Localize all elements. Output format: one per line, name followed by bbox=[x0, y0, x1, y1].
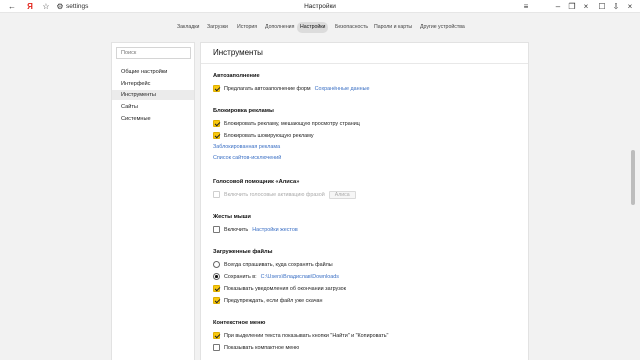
download-path-link[interactable]: C:\Users\Владислав\Downloads bbox=[261, 274, 339, 280]
back-icon[interactable]: ← bbox=[6, 0, 18, 13]
page-title: Инструменты bbox=[213, 48, 263, 57]
adblock-shocking-label: Блокировать шокирующую рекламу bbox=[224, 132, 314, 139]
section-downloads-heading: Загруженные файлы bbox=[213, 249, 273, 255]
tab-passwords[interactable]: Пароли и карты bbox=[371, 22, 415, 33]
already-downloaded-label: Предупреждать, если файл уже скачан bbox=[224, 297, 323, 304]
settings-gear-icon: ⚙ bbox=[56, 2, 64, 11]
yandex-logo-icon[interactable]: Я bbox=[24, 0, 36, 13]
find-copy-buttons-label: При выделении текста показывать кнопки "… bbox=[224, 332, 389, 339]
gestures-label: Включить bbox=[224, 226, 249, 233]
sidebar-item-interface[interactable]: Интерфейс bbox=[112, 79, 194, 89]
tab-security[interactable]: Безопасность bbox=[332, 22, 371, 33]
gestures-row: Включить Настройки жестов bbox=[213, 225, 298, 234]
tab-history[interactable]: История bbox=[234, 22, 260, 33]
voice-activation-checkbox[interactable] bbox=[213, 191, 220, 198]
tab-downloads[interactable]: Загрузки bbox=[204, 22, 231, 33]
blocked-ads-link[interactable]: Заблокированная реклама bbox=[213, 144, 280, 150]
always-ask-radio[interactable] bbox=[213, 261, 220, 268]
downloads-save-row: Сохранить в: C:\Users\Владислав\Download… bbox=[213, 272, 339, 281]
gestures-settings-link[interactable]: Настройки жестов bbox=[252, 227, 298, 233]
sidebar-item-general[interactable]: Общие настройки bbox=[112, 67, 194, 77]
section-gestures-heading: Жесты мыши bbox=[213, 214, 251, 220]
restore-icon[interactable]: ❐ bbox=[566, 0, 578, 13]
adblock-row-2: Блокировать шокирующую рекламу bbox=[213, 131, 314, 140]
search-input[interactable] bbox=[116, 47, 191, 59]
downloads-icon[interactable]: ⇩ bbox=[610, 0, 622, 13]
scrollbar-thumb[interactable] bbox=[631, 150, 635, 205]
window-close-icon[interactable]: × bbox=[624, 0, 636, 13]
autofill-label: Предлагать автозаполнение форм bbox=[224, 85, 311, 92]
save-to-label: Сохранить в: bbox=[224, 273, 257, 280]
gestures-checkbox[interactable] bbox=[213, 226, 220, 233]
settings-tabs: Закладки Загрузки История Дополнения Нас… bbox=[0, 20, 640, 34]
find-copy-buttons-checkbox[interactable] bbox=[213, 332, 220, 339]
window-title: Настройки bbox=[304, 3, 336, 10]
voice-activation-label: Включить голосовые активацию фразой bbox=[224, 191, 325, 198]
adblock-intrusive-label: Блокировать рекламу, мешающую просмотру … bbox=[224, 120, 360, 127]
always-ask-label: Всегда спрашивать, куда сохранять файлы bbox=[224, 261, 333, 268]
tab-extensions[interactable]: Дополнения bbox=[262, 22, 297, 33]
minimize-icon[interactable]: – bbox=[552, 0, 564, 13]
tab-other-devices[interactable]: Другие устройства bbox=[417, 22, 468, 33]
close-icon[interactable]: × bbox=[580, 0, 592, 13]
adblock-shocking-checkbox[interactable] bbox=[213, 132, 220, 139]
downloads-warn-row: Предупреждать, если файл уже скачан bbox=[213, 296, 322, 305]
address-bar-text[interactable]: settings bbox=[66, 0, 88, 13]
downloads-notify-row: Показывать уведомления об окончании загр… bbox=[213, 284, 346, 293]
autofill-row: Предлагать автозаполнение форм Сохранённ… bbox=[213, 84, 369, 93]
tab-settings[interactable]: Настройки bbox=[297, 22, 329, 33]
compact-menu-checkbox[interactable] bbox=[213, 344, 220, 351]
download-notifications-checkbox[interactable] bbox=[213, 285, 220, 292]
menu-icon[interactable]: ≡ bbox=[520, 0, 532, 13]
sidebar-item-system[interactable]: Системные bbox=[112, 114, 194, 124]
section-voice-heading: Голосовой помощник «Алиса» bbox=[213, 179, 300, 185]
section-autofill-heading: Автозаполнение bbox=[213, 73, 260, 79]
sidebar-item-tools[interactable]: Инструменты bbox=[112, 90, 194, 100]
settings-sidebar: Общие настройки Интерфейс Инструменты Са… bbox=[111, 42, 195, 360]
voice-row: Включить голосовые активацию фразой Алис… bbox=[213, 190, 356, 199]
compact-menu-label: Показывать компактное меню bbox=[224, 344, 300, 351]
context-row-1: При выделении текста показывать кнопки "… bbox=[213, 331, 388, 340]
download-notifications-label: Показывать уведомления об окончании загр… bbox=[224, 285, 346, 292]
downloads-ask-row: Всегда спрашивать, куда сохранять файлы bbox=[213, 260, 333, 269]
saved-data-link[interactable]: Сохранённые данные bbox=[315, 86, 370, 92]
exceptions-list-link[interactable]: Список сайтов-исключений bbox=[213, 155, 281, 161]
context-row-2: Показывать компактное меню bbox=[213, 343, 299, 352]
browser-top-bar: ← Я ☆ ⚙ settings Настройки ≡ – ❐ × ☐ ⇩ × bbox=[0, 0, 640, 13]
adblock-intrusive-checkbox[interactable] bbox=[213, 120, 220, 127]
star-icon[interactable]: ☆ bbox=[40, 0, 52, 13]
settings-content: Инструменты Автозаполнение Предлагать ав… bbox=[200, 42, 529, 360]
tab-bookmarks[interactable]: Закладки bbox=[174, 22, 202, 33]
voice-phrase-select[interactable]: Алиса bbox=[328, 190, 356, 199]
adblock-row-1: Блокировать рекламу, мешающую просмотру … bbox=[213, 119, 360, 128]
save-to-radio[interactable] bbox=[213, 273, 220, 280]
already-downloaded-checkbox[interactable] bbox=[213, 297, 220, 304]
section-context-heading: Контекстное меню bbox=[213, 320, 266, 326]
sidebar-item-sites[interactable]: Сайты bbox=[112, 102, 194, 112]
bookmarks-icon[interactable]: ☐ bbox=[596, 0, 608, 13]
section-adblock-heading: Блокировка рекламы bbox=[213, 108, 274, 114]
autofill-checkbox[interactable] bbox=[213, 85, 220, 92]
title-divider bbox=[201, 63, 528, 64]
